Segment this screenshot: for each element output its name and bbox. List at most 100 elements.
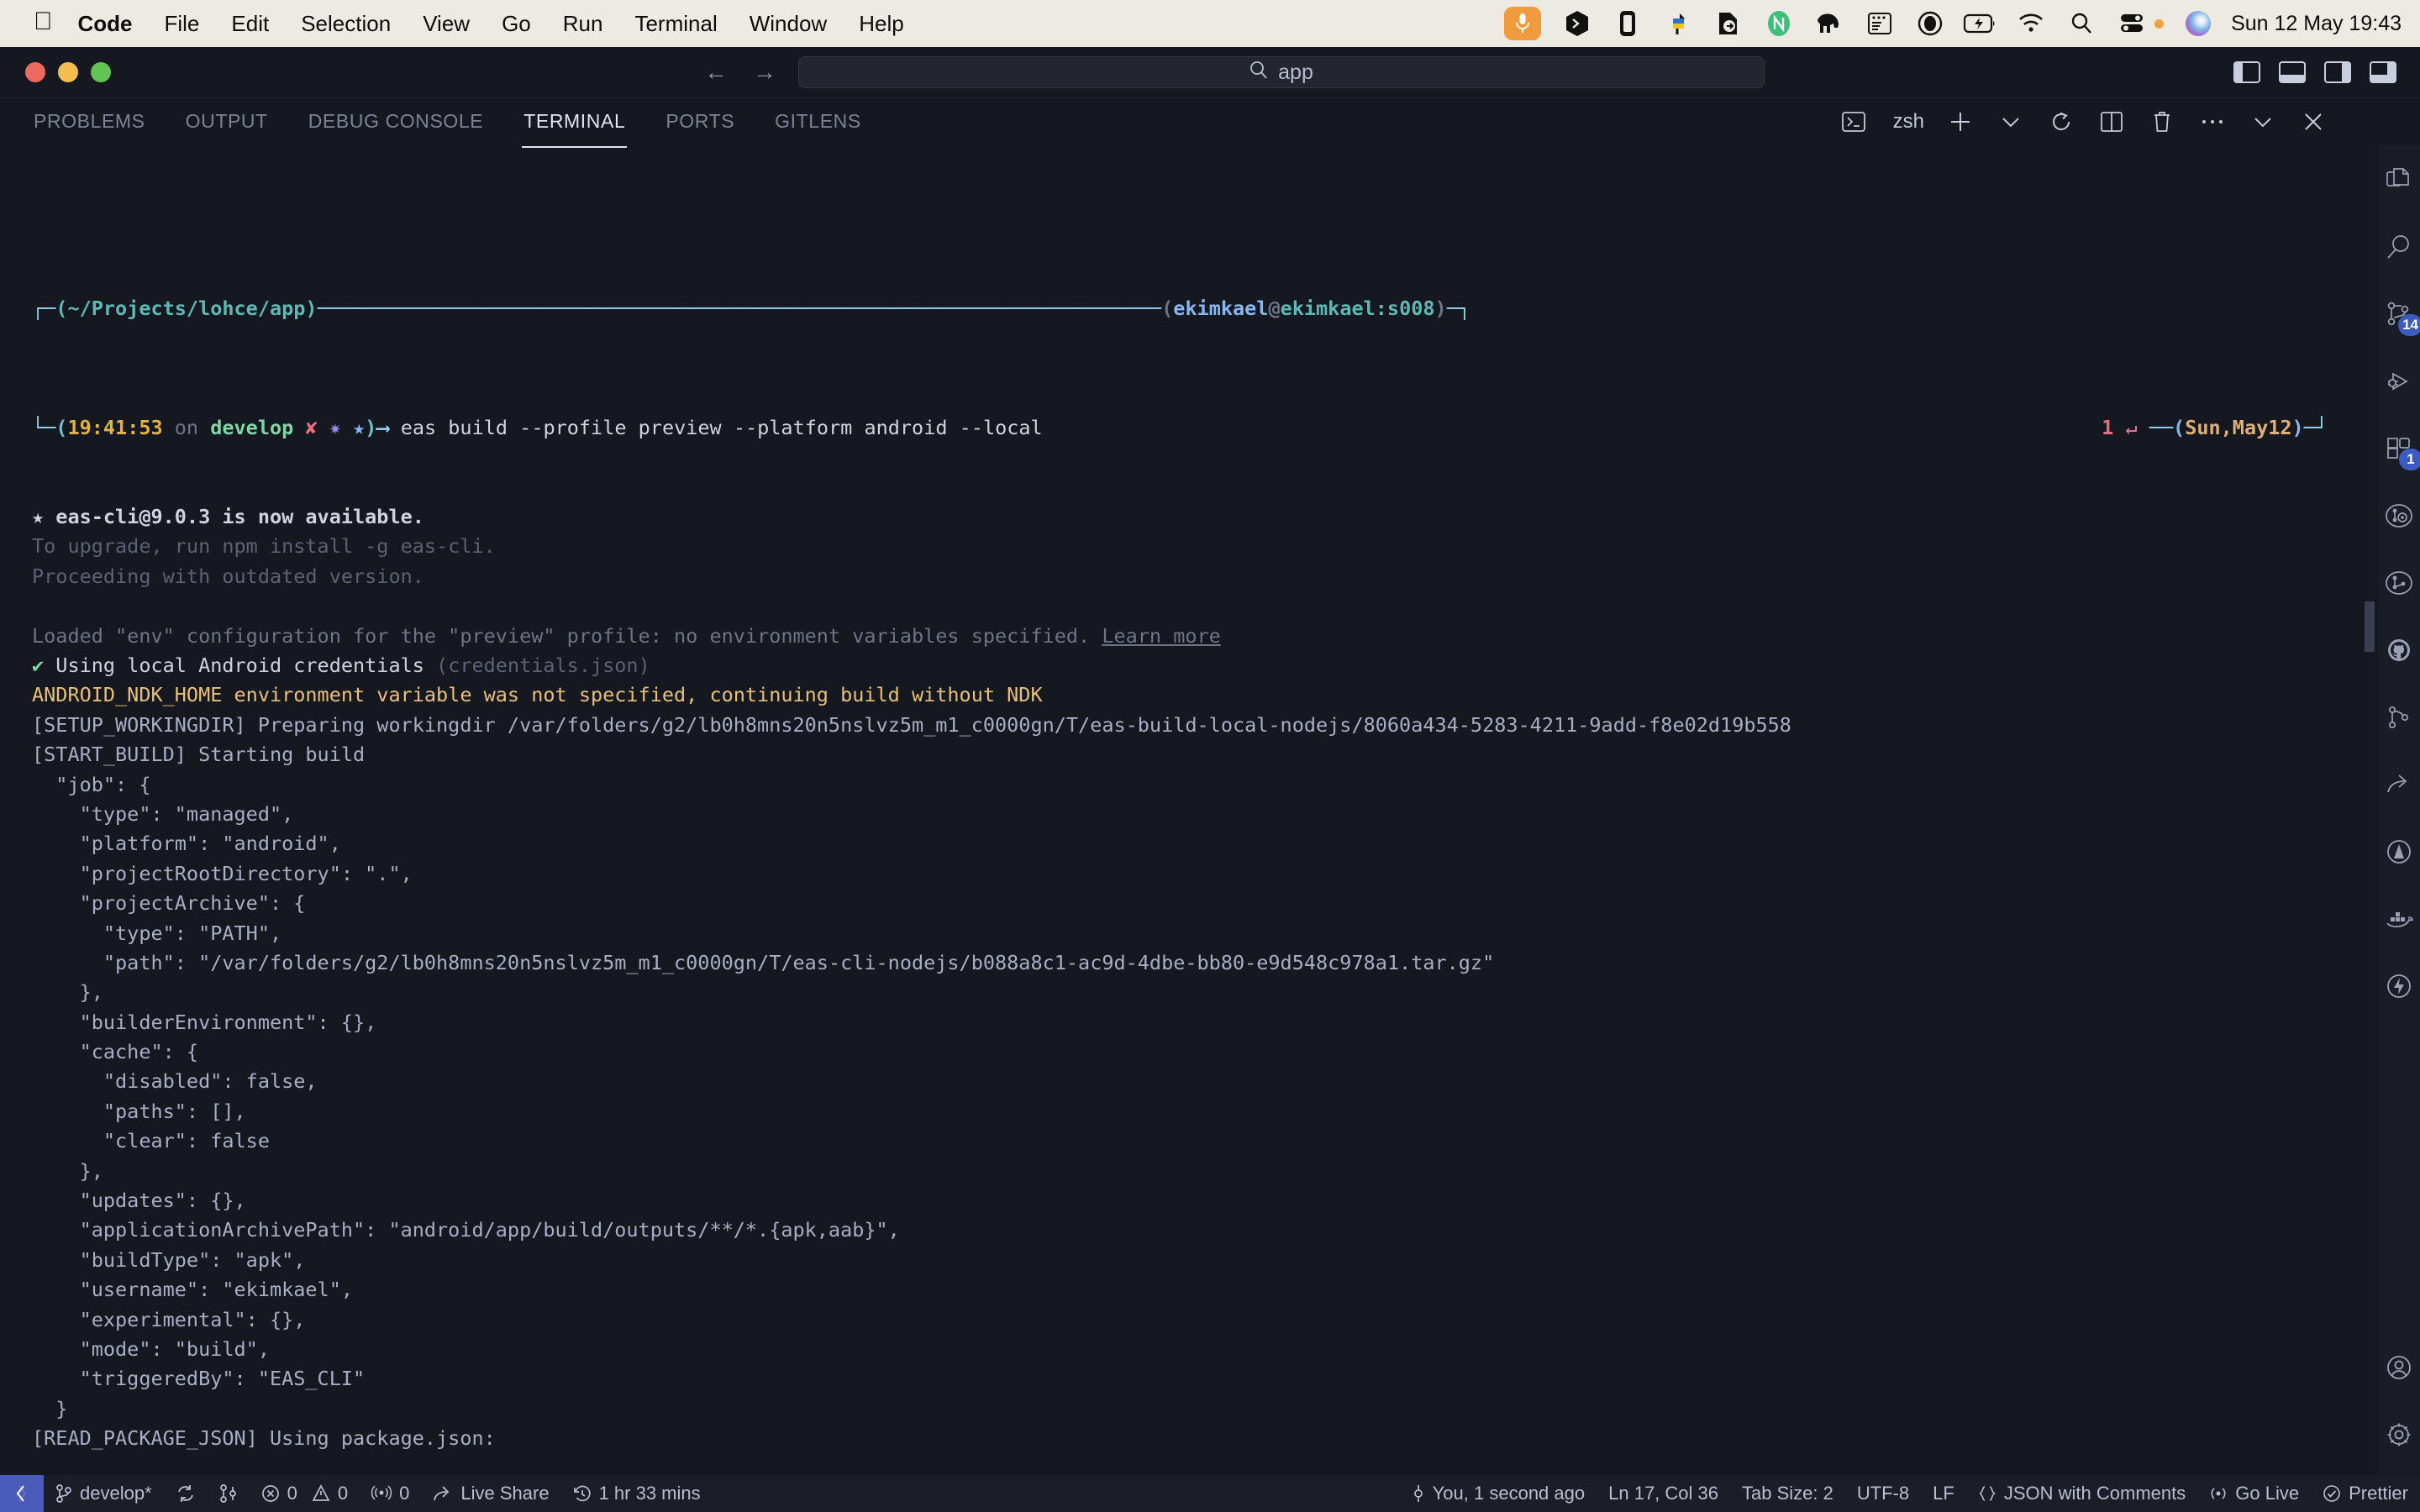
status-live-share[interactable]: Live Share — [421, 1475, 560, 1512]
readwise-icon[interactable] — [1613, 9, 1642, 38]
elephant-icon[interactable] — [1815, 9, 1844, 38]
menu-bar-clock[interactable]: Sun 12 May 19:43 — [2231, 12, 2402, 36]
control-center-icon[interactable] — [2118, 9, 2146, 38]
maximize-window-button[interactable] — [91, 62, 111, 82]
minimize-window-button[interactable] — [58, 62, 78, 82]
restart-terminal-icon[interactable] — [2047, 108, 2075, 136]
terminal-line-json: "clear": false — [32, 1126, 2378, 1156]
source-control-icon[interactable]: 14 — [2381, 296, 2417, 333]
explorer-icon[interactable] — [2381, 161, 2417, 198]
status-live-share-label: Live Share — [460, 1483, 549, 1504]
menu-item-help[interactable]: Help — [859, 11, 903, 37]
terminal-line-start_build: [START_BUILD] Starting build — [32, 740, 2378, 769]
git-pull-request-icon[interactable] — [208, 1475, 250, 1512]
apple-icon[interactable]:  — [34, 9, 53, 34]
gitlens-icon[interactable] — [2381, 564, 2417, 601]
menu-item-view[interactable]: View — [423, 11, 470, 37]
status-language-mode[interactable]: JSON with Comments — [1966, 1475, 2197, 1512]
menu-item-file[interactable]: File — [165, 11, 200, 37]
terminal-line-json: "applicationArchivePath": "android/app/b… — [32, 1215, 2378, 1245]
terminal-body: ★ eas-cli@9.0.3 is now available.To upgr… — [32, 502, 2378, 1460]
more-actions-icon[interactable] — [2198, 108, 2227, 136]
terminal-line-json: "projectArchive": { — [32, 889, 2378, 918]
status-prettier[interactable]: Prettier — [2311, 1475, 2420, 1512]
share-icon[interactable] — [2381, 766, 2417, 803]
shell-icon[interactable] — [1563, 9, 1591, 38]
panel-actions: zsh — [1839, 98, 2328, 145]
siri-icon[interactable] — [2186, 11, 2211, 36]
search-icon[interactable] — [2381, 228, 2417, 265]
menu-item-run[interactable]: Run — [563, 11, 603, 37]
menu-item-code[interactable]: Code — [78, 11, 133, 37]
menu-item-go[interactable]: Go — [502, 11, 531, 37]
notion-icon[interactable] — [1765, 9, 1793, 38]
toggle-primary-sidebar-icon[interactable] — [2233, 61, 2260, 83]
status-problems[interactable]: 0 0 — [250, 1475, 360, 1512]
tab-terminal[interactable]: TERMINAL — [522, 105, 627, 138]
spotlight-search-icon[interactable] — [2067, 9, 2096, 38]
accounts-icon[interactable] — [2381, 1349, 2417, 1386]
back-arrow-icon[interactable]: ← — [704, 59, 728, 86]
status-eol[interactable]: LF — [1921, 1475, 1966, 1512]
customize-layout-icon[interactable] — [2370, 61, 2396, 83]
status-ports[interactable]: 0 — [360, 1475, 421, 1512]
tab-ports[interactable]: PORTS — [664, 105, 736, 138]
gitlens-inspect-icon[interactable] — [2381, 497, 2417, 534]
status-branch[interactable]: develop* — [44, 1475, 164, 1512]
prompt-command: eas build --profile preview --platform a… — [401, 416, 1043, 439]
file-transfer-icon[interactable] — [1714, 9, 1743, 38]
close-panel-icon[interactable] — [2299, 108, 2328, 136]
toggle-secondary-sidebar-icon[interactable] — [2324, 61, 2351, 83]
menu-bar-tray — [1504, 7, 2211, 40]
forward-arrow-icon[interactable]: → — [753, 59, 776, 86]
terminal-icon[interactable] — [1839, 108, 1868, 136]
terminal-output[interactable]: ┌─(~/Projects/lohce/app)────────────────… — [0, 192, 2378, 1460]
menu-item-edit[interactable]: Edit — [231, 11, 269, 37]
github-icon[interactable] — [2381, 632, 2417, 669]
git-graph-icon[interactable] — [2381, 699, 2417, 736]
navigation-arrows: ← → — [704, 47, 776, 97]
settings-gear-icon[interactable] — [2381, 1416, 2417, 1453]
menu-item-window[interactable]: Window — [750, 11, 827, 37]
status-cursor-position[interactable]: Ln 17, Col 36 — [1597, 1475, 1730, 1512]
new-terminal-dropdown-icon[interactable] — [1996, 108, 2025, 136]
menu-item-terminal[interactable]: Terminal — [634, 11, 717, 37]
status-go-live[interactable]: Go Live — [2197, 1475, 2311, 1512]
toggle-panel-icon[interactable] — [2279, 61, 2306, 83]
split-terminal-icon[interactable] — [2097, 108, 2126, 136]
ukraine-flag-icon[interactable] — [1664, 9, 1692, 38]
extensions-badge: 1 — [2399, 449, 2420, 470]
new-terminal-icon[interactable] — [1946, 108, 1975, 136]
status-encoding[interactable]: UTF-8 — [1845, 1475, 1921, 1512]
battery-charging-icon[interactable] — [1966, 9, 1995, 38]
menu-item-selection[interactable]: Selection — [301, 11, 391, 37]
close-window-button[interactable] — [25, 62, 45, 82]
remote-window-icon[interactable] — [0, 1475, 44, 1512]
user-account-icon[interactable] — [1916, 9, 1944, 38]
quick-open-input[interactable]: app — [798, 56, 1765, 88]
status-branch-label: develop* — [80, 1483, 152, 1504]
status-git-blame[interactable]: You, 1 second ago — [1400, 1475, 1597, 1512]
thunder-client-icon[interactable] — [2381, 968, 2417, 1005]
sync-changes-icon[interactable] — [164, 1475, 208, 1512]
status-timer[interactable]: 1 hr 33 mins — [561, 1475, 713, 1512]
terminal-line-ndk_warning: ANDROID_NDK_HOME environment variable wa… — [32, 680, 2378, 710]
terminal-line-json: } — [32, 1394, 2378, 1424]
search-icon — [1249, 60, 1268, 85]
kill-terminal-icon[interactable] — [2148, 108, 2176, 136]
terminal-line-update_notice: ★ eas-cli@9.0.3 is now available. — [32, 502, 2378, 532]
docker-icon[interactable] — [2381, 900, 2417, 937]
tab-debug-console[interactable]: DEBUG CONSOLE — [307, 105, 485, 138]
status-tab-size[interactable]: Tab Size: 2 — [1730, 1475, 1845, 1512]
tab-gitlens[interactable]: GITLENS — [773, 105, 863, 138]
maximize-panel-icon[interactable] — [2249, 108, 2277, 136]
tab-problems[interactable]: PROBLEMS — [32, 105, 147, 138]
run-and-debug-icon[interactable] — [2381, 363, 2417, 400]
tab-output[interactable]: OUTPUT — [184, 105, 270, 138]
terminal-scrollbar-thumb[interactable] — [2365, 601, 2375, 652]
calendar-icon[interactable] — [1865, 9, 1894, 38]
wifi-icon[interactable] — [2017, 9, 2045, 38]
microphone-icon[interactable] — [1504, 7, 1541, 40]
extensions-icon[interactable]: 1 — [2381, 430, 2417, 467]
azure-icon[interactable] — [2381, 833, 2417, 870]
